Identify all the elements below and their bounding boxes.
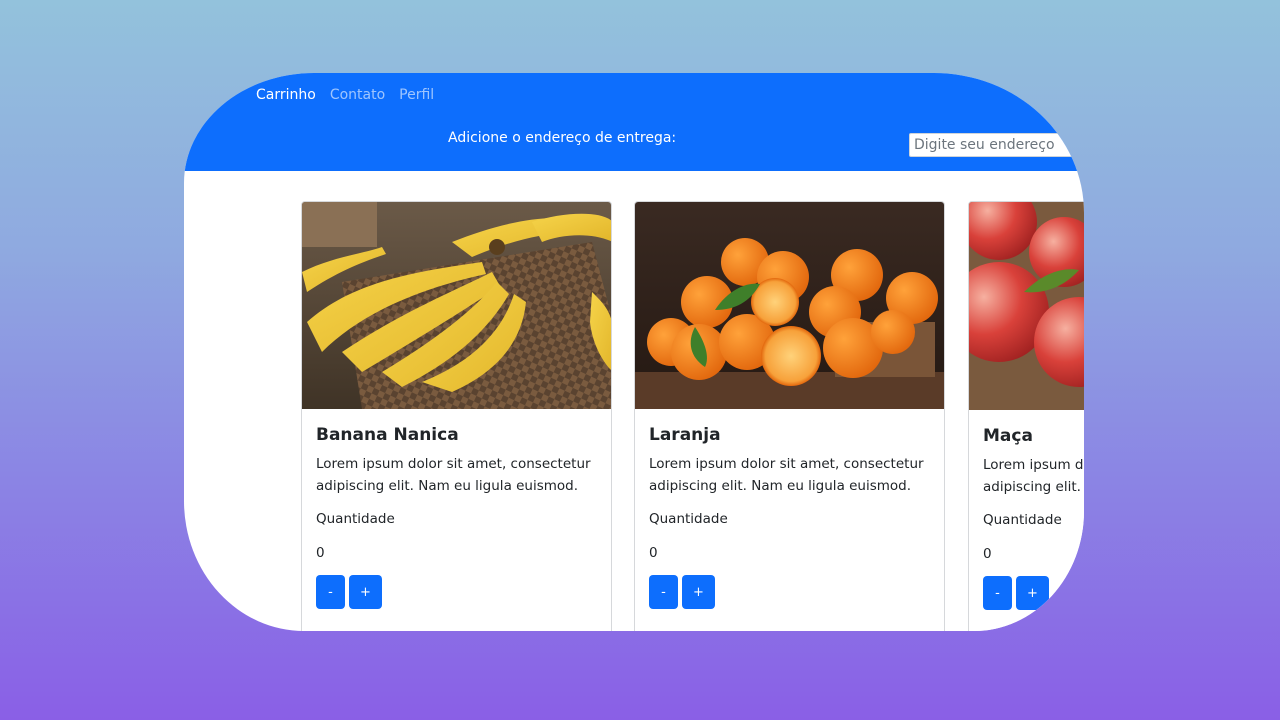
orange-photo — [635, 202, 944, 409]
quantity-value: 0 — [649, 545, 658, 562]
nav-link-carrinho[interactable]: Carrinho — [256, 87, 316, 103]
card-body: Maça Lorem ipsum dolor sit amet, consect… — [969, 410, 1084, 611]
quantity-label: Quantidade — [983, 512, 1062, 529]
address-input[interactable] — [909, 133, 1084, 157]
quantity-controls: - + — [649, 575, 930, 610]
product-card-orange: Laranja Lorem ipsum dolor sit amet, cons… — [634, 201, 945, 631]
product-description: Lorem ipsum dolor sit amet, consectetur … — [983, 457, 1084, 496]
decrease-button[interactable]: - — [983, 576, 1012, 611]
nav-links: Carrinho Contato Perfil — [256, 87, 434, 103]
product-card-banana: Banana Nanica Lorem ipsum dolor sit amet… — [301, 201, 612, 631]
increase-button[interactable]: + — [1016, 576, 1049, 611]
nav-link-contato[interactable]: Contato — [330, 87, 385, 103]
quantity-label: Quantidade — [649, 511, 728, 528]
navbar: Carrinho Contato Perfil Adicione o ender… — [184, 73, 1084, 171]
card-body: Banana Nanica Lorem ipsum dolor sit amet… — [302, 409, 611, 610]
product-description: Lorem ipsum dolor sit amet, consectetur … — [649, 456, 924, 495]
product-title: Laranja — [649, 425, 721, 445]
card-body: Laranja Lorem ipsum dolor sit amet, cons… — [635, 409, 944, 610]
quantity-label: Quantidade — [316, 511, 395, 528]
quantity-controls: - + — [983, 576, 1084, 611]
quantity-value: 0 — [316, 545, 325, 562]
product-title: Maça — [983, 426, 1033, 446]
apple-photo — [969, 202, 1084, 410]
address-label: Adicione o endereço de entrega: — [448, 130, 677, 146]
product-description: Lorem ipsum dolor sit amet, consectetur … — [316, 456, 591, 495]
increase-button[interactable]: + — [349, 575, 382, 610]
quantity-controls: - + — [316, 575, 597, 610]
quantity-value: 0 — [983, 546, 992, 563]
increase-button[interactable]: + — [682, 575, 715, 610]
decrease-button[interactable]: - — [316, 575, 345, 610]
banana-photo — [302, 202, 611, 409]
product-card-apple: Maça Lorem ipsum dolor sit amet, consect… — [968, 201, 1084, 631]
product-title: Banana Nanica — [316, 425, 459, 445]
nav-link-perfil[interactable]: Perfil — [399, 87, 434, 103]
browser-viewport: Carrinho Contato Perfil Adicione o ender… — [184, 73, 1084, 631]
decrease-button[interactable]: - — [649, 575, 678, 610]
